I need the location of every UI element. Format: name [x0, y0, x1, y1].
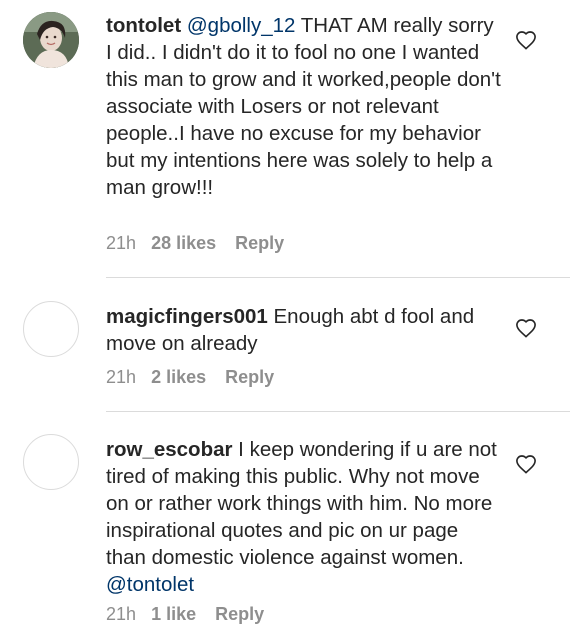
comment-likes[interactable]: 28 likes [151, 233, 216, 253]
comment-mention[interactable]: @tontolet [106, 573, 194, 596]
comment-meta: 21h 1 like Reply [106, 604, 278, 625]
comment-item: row_escobar I keep wondering if u are no… [0, 412, 570, 638]
avatar[interactable] [23, 301, 79, 357]
avatar[interactable] [23, 434, 79, 490]
reply-button[interactable]: Reply [215, 604, 264, 624]
comment-username[interactable]: tontolet [106, 14, 181, 37]
comment-text: magicfingers001 Enough abt d fool and mo… [106, 303, 502, 357]
comment-time: 21h [106, 233, 137, 253]
comment-meta: 21h 28 likes Reply [106, 233, 298, 254]
comment-username[interactable]: row_escobar [106, 438, 232, 461]
comment-text: tontolet @gbolly_12 THAT AM really sorry… [106, 12, 502, 201]
heart-outline-icon[interactable] [515, 454, 537, 474]
reply-button[interactable]: Reply [225, 367, 274, 387]
comment-mention[interactable]: @gbolly_12 [187, 14, 296, 37]
heart-outline-icon[interactable] [515, 30, 537, 50]
heart-outline-icon[interactable] [515, 318, 537, 338]
profile-photo-icon [23, 12, 79, 68]
comment-text: row_escobar I keep wondering if u are no… [106, 436, 502, 598]
comment-time: 21h [106, 367, 137, 387]
comment-likes[interactable]: 2 likes [151, 367, 206, 387]
comment-meta: 21h 2 likes Reply [106, 367, 288, 388]
reply-button[interactable]: Reply [235, 233, 284, 253]
avatar[interactable] [23, 12, 79, 68]
comment-item: tontolet @gbolly_12 THAT AM really sorry… [0, 0, 570, 277]
comment-item: magicfingers001 Enough abt d fool and mo… [0, 278, 570, 411]
comment-likes[interactable]: 1 like [151, 604, 196, 624]
comment-content: THAT AM really sorry I did.. I didn't do… [106, 14, 501, 199]
comment-username[interactable]: magicfingers001 [106, 305, 268, 328]
comment-time: 21h [106, 604, 137, 624]
